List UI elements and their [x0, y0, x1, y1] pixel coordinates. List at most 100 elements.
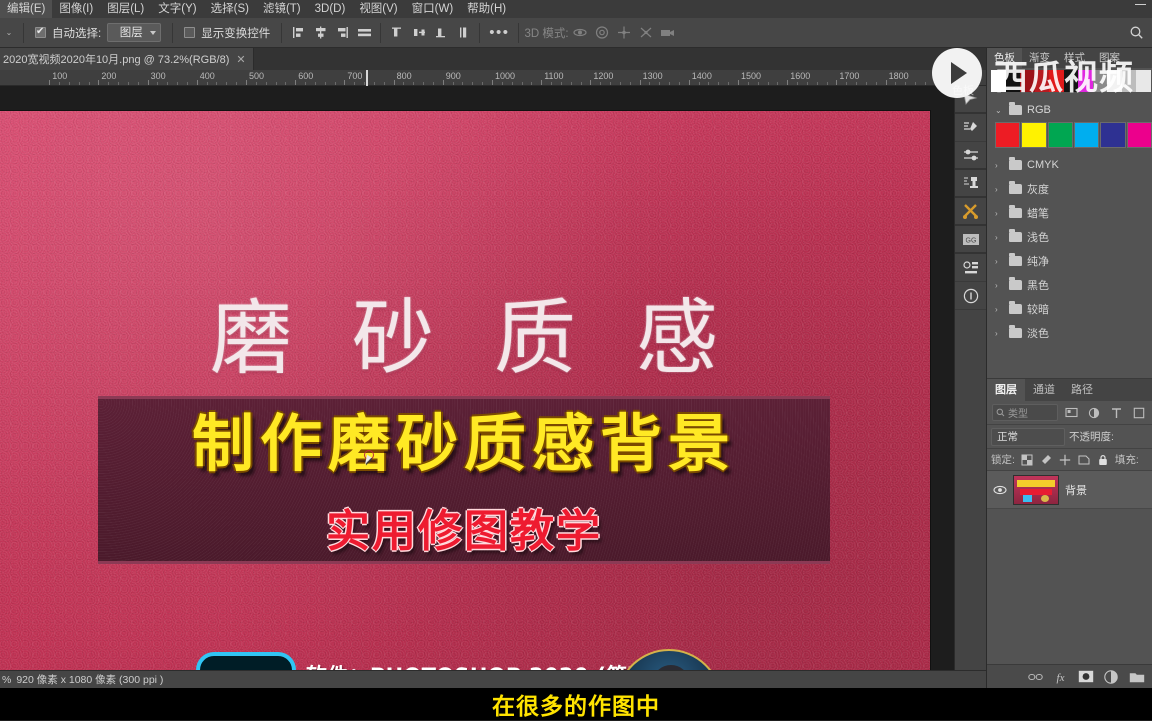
swatch-folder-row[interactable]: › 黑色 [987, 273, 1152, 297]
camera-3d-icon[interactable] [657, 22, 679, 44]
brush-settings-icon[interactable] [955, 114, 987, 142]
swatch-chip[interactable] [995, 122, 1021, 148]
chevron-right-icon[interactable]: › [995, 185, 1004, 194]
adjustments-sliders-icon[interactable] [955, 142, 987, 170]
canvas-area[interactable]: 磨 砂 质 感 制作磨砂质感背景 实用修图教学 Ps 软件：PHOTOSHOP … [0, 86, 986, 670]
document-tab[interactable]: 2020宽视频2020年10月.png @ 73.2%(RGB/8) ✕ [0, 48, 254, 70]
menu-item-filter[interactable]: 滤镜(T) [256, 0, 308, 18]
layer-filter-select[interactable]: 类型 [992, 404, 1059, 421]
link-layers-icon[interactable] [1027, 669, 1043, 685]
align-horizontal-centers-icon[interactable] [309, 22, 331, 44]
arrow-cursor-icon[interactable] [955, 86, 987, 114]
align-right-edges-icon[interactable] [331, 22, 353, 44]
align-top-edges-icon[interactable] [353, 22, 375, 44]
properties-icon[interactable] [955, 254, 987, 282]
menu-item-3d[interactable]: 3D(D) [308, 0, 353, 18]
zoom-level[interactable]: % [2, 674, 11, 686]
menu-item-help[interactable]: 帮助(H) [460, 0, 513, 18]
search-icon[interactable] [1129, 25, 1144, 43]
swatch-chip[interactable] [1034, 70, 1050, 92]
chevron-right-icon[interactable]: › [995, 305, 1004, 314]
roll-3d-icon[interactable] [591, 22, 613, 44]
swatch-chip[interactable] [991, 70, 1006, 92]
chevron-down-icon[interactable]: ⌄ [0, 28, 18, 37]
swatch-folder-row[interactable]: › 淡色 [987, 321, 1152, 345]
swatch-chip[interactable] [1047, 122, 1073, 148]
scissors-icon[interactable] [955, 198, 987, 226]
menu-item-edit[interactable]: 编辑(E) [0, 0, 53, 18]
tab-channels[interactable]: 通道 [1025, 379, 1063, 401]
pixel-filter-icon[interactable] [1062, 402, 1080, 424]
align-left-edges-icon[interactable] [287, 22, 309, 44]
type-filter-icon[interactable] [1107, 402, 1125, 424]
adjustment-filter-icon[interactable] [1085, 402, 1103, 424]
distribute-horizontal-icon[interactable] [452, 22, 474, 44]
menu-item-type[interactable]: 文字(Y) [151, 0, 203, 18]
artboard[interactable]: 磨 砂 质 感 制作磨砂质感背景 实用修图教学 Ps 软件：PHOTOSHOP … [0, 111, 930, 670]
chevron-right-icon[interactable]: › [995, 329, 1004, 338]
new-adjustment-icon[interactable] [1103, 669, 1119, 685]
lock-paint-icon[interactable] [1039, 453, 1053, 467]
shape-filter-icon[interactable] [1130, 402, 1148, 424]
rgb-folder-row[interactable]: ⌄ RGB [987, 98, 1152, 122]
lock-artboard-icon[interactable] [1077, 453, 1091, 467]
tab-styles[interactable]: 样式 [1057, 48, 1092, 68]
rgb-swatch-row[interactable] [995, 122, 1152, 150]
swatch-chip[interactable] [1078, 70, 1093, 92]
show-transform-checkbox[interactable] [184, 27, 196, 38]
lock-all-icon[interactable] [1096, 453, 1110, 467]
swatch-folder-row[interactable]: › CMYK [987, 153, 1152, 177]
info-icon[interactable] [955, 282, 987, 310]
chevron-right-icon[interactable]: › [995, 233, 1004, 242]
swatch-chip[interactable] [1092, 70, 1108, 92]
menu-item-view[interactable]: 视图(V) [352, 0, 404, 18]
table-row[interactable]: 背景 [987, 471, 1152, 509]
distribute-top-icon[interactable] [386, 22, 408, 44]
chevron-right-icon[interactable]: › [995, 209, 1004, 218]
menu-item-layer[interactable]: 图层(L) [100, 0, 151, 18]
distribute-vertical-centers-icon[interactable] [408, 22, 430, 44]
swatch-folder-row[interactable]: › 灰度 [987, 177, 1152, 201]
swatch-chip[interactable] [1063, 70, 1079, 92]
menu-item-image[interactable]: 图像(I) [52, 0, 100, 18]
tab-paths[interactable]: 路径 [1063, 379, 1101, 401]
lock-transparent-icon[interactable] [1020, 453, 1034, 467]
eye-icon[interactable] [993, 485, 1007, 495]
chevron-down-icon[interactable]: ⌄ [995, 106, 1004, 115]
swatch-folder-row[interactable]: › 浅色 [987, 225, 1152, 249]
menu-item-select[interactable]: 选择(S) [204, 0, 256, 18]
layer-name[interactable]: 背景 [1065, 482, 1087, 498]
add-mask-icon[interactable] [1077, 669, 1094, 684]
chevron-right-icon[interactable]: › [995, 161, 1004, 170]
menu-item-window[interactable]: 窗口(W) [405, 0, 461, 18]
stamp-pattern-icon[interactable] [955, 170, 987, 198]
more-options-button[interactable]: ••• [485, 25, 513, 40]
swatch-chip[interactable] [1121, 70, 1137, 92]
swatch-chip[interactable] [1005, 70, 1021, 92]
recent-swatches[interactable] [991, 70, 1152, 92]
orbit-3d-icon[interactable] [569, 22, 591, 44]
auto-select-checkbox[interactable] [35, 25, 46, 38]
swatch-chip[interactable] [1073, 122, 1100, 148]
swatch-chip[interactable] [1107, 70, 1122, 92]
horizontal-ruler[interactable]: 100 200 300 400 500 600 700 800 900 1000 1100 1200 1… [0, 70, 986, 86]
tab-patterns[interactable]: 图案 [1092, 48, 1127, 68]
swatch-chip[interactable] [1049, 70, 1064, 92]
swatch-folder-row[interactable]: › 蜡笔 [987, 201, 1152, 225]
tab-gradients[interactable]: 渐变 [1022, 48, 1057, 68]
swatch-chip[interactable] [1100, 122, 1126, 148]
swatch-folder-row[interactable]: › 较暗 [987, 297, 1152, 321]
slide-3d-icon[interactable] [635, 22, 657, 44]
chevron-right-icon[interactable]: › [995, 281, 1004, 290]
gg-badge-icon[interactable]: GG [955, 226, 987, 254]
fx-icon[interactable]: fx [1052, 669, 1068, 685]
swatch-chip[interactable] [1136, 70, 1152, 92]
swatch-folder-row[interactable]: › 纯净 [987, 249, 1152, 273]
swatch-chip[interactable] [1020, 70, 1035, 92]
tab-swatches[interactable]: 色板 [987, 48, 1022, 68]
chevron-right-icon[interactable]: › [995, 257, 1004, 266]
minimize-button[interactable] [1135, 4, 1146, 5]
tab-layers[interactable]: 图层 [987, 379, 1025, 401]
swatch-chip[interactable] [1126, 122, 1152, 148]
blend-mode-dropdown[interactable]: 正常 [991, 427, 1065, 446]
